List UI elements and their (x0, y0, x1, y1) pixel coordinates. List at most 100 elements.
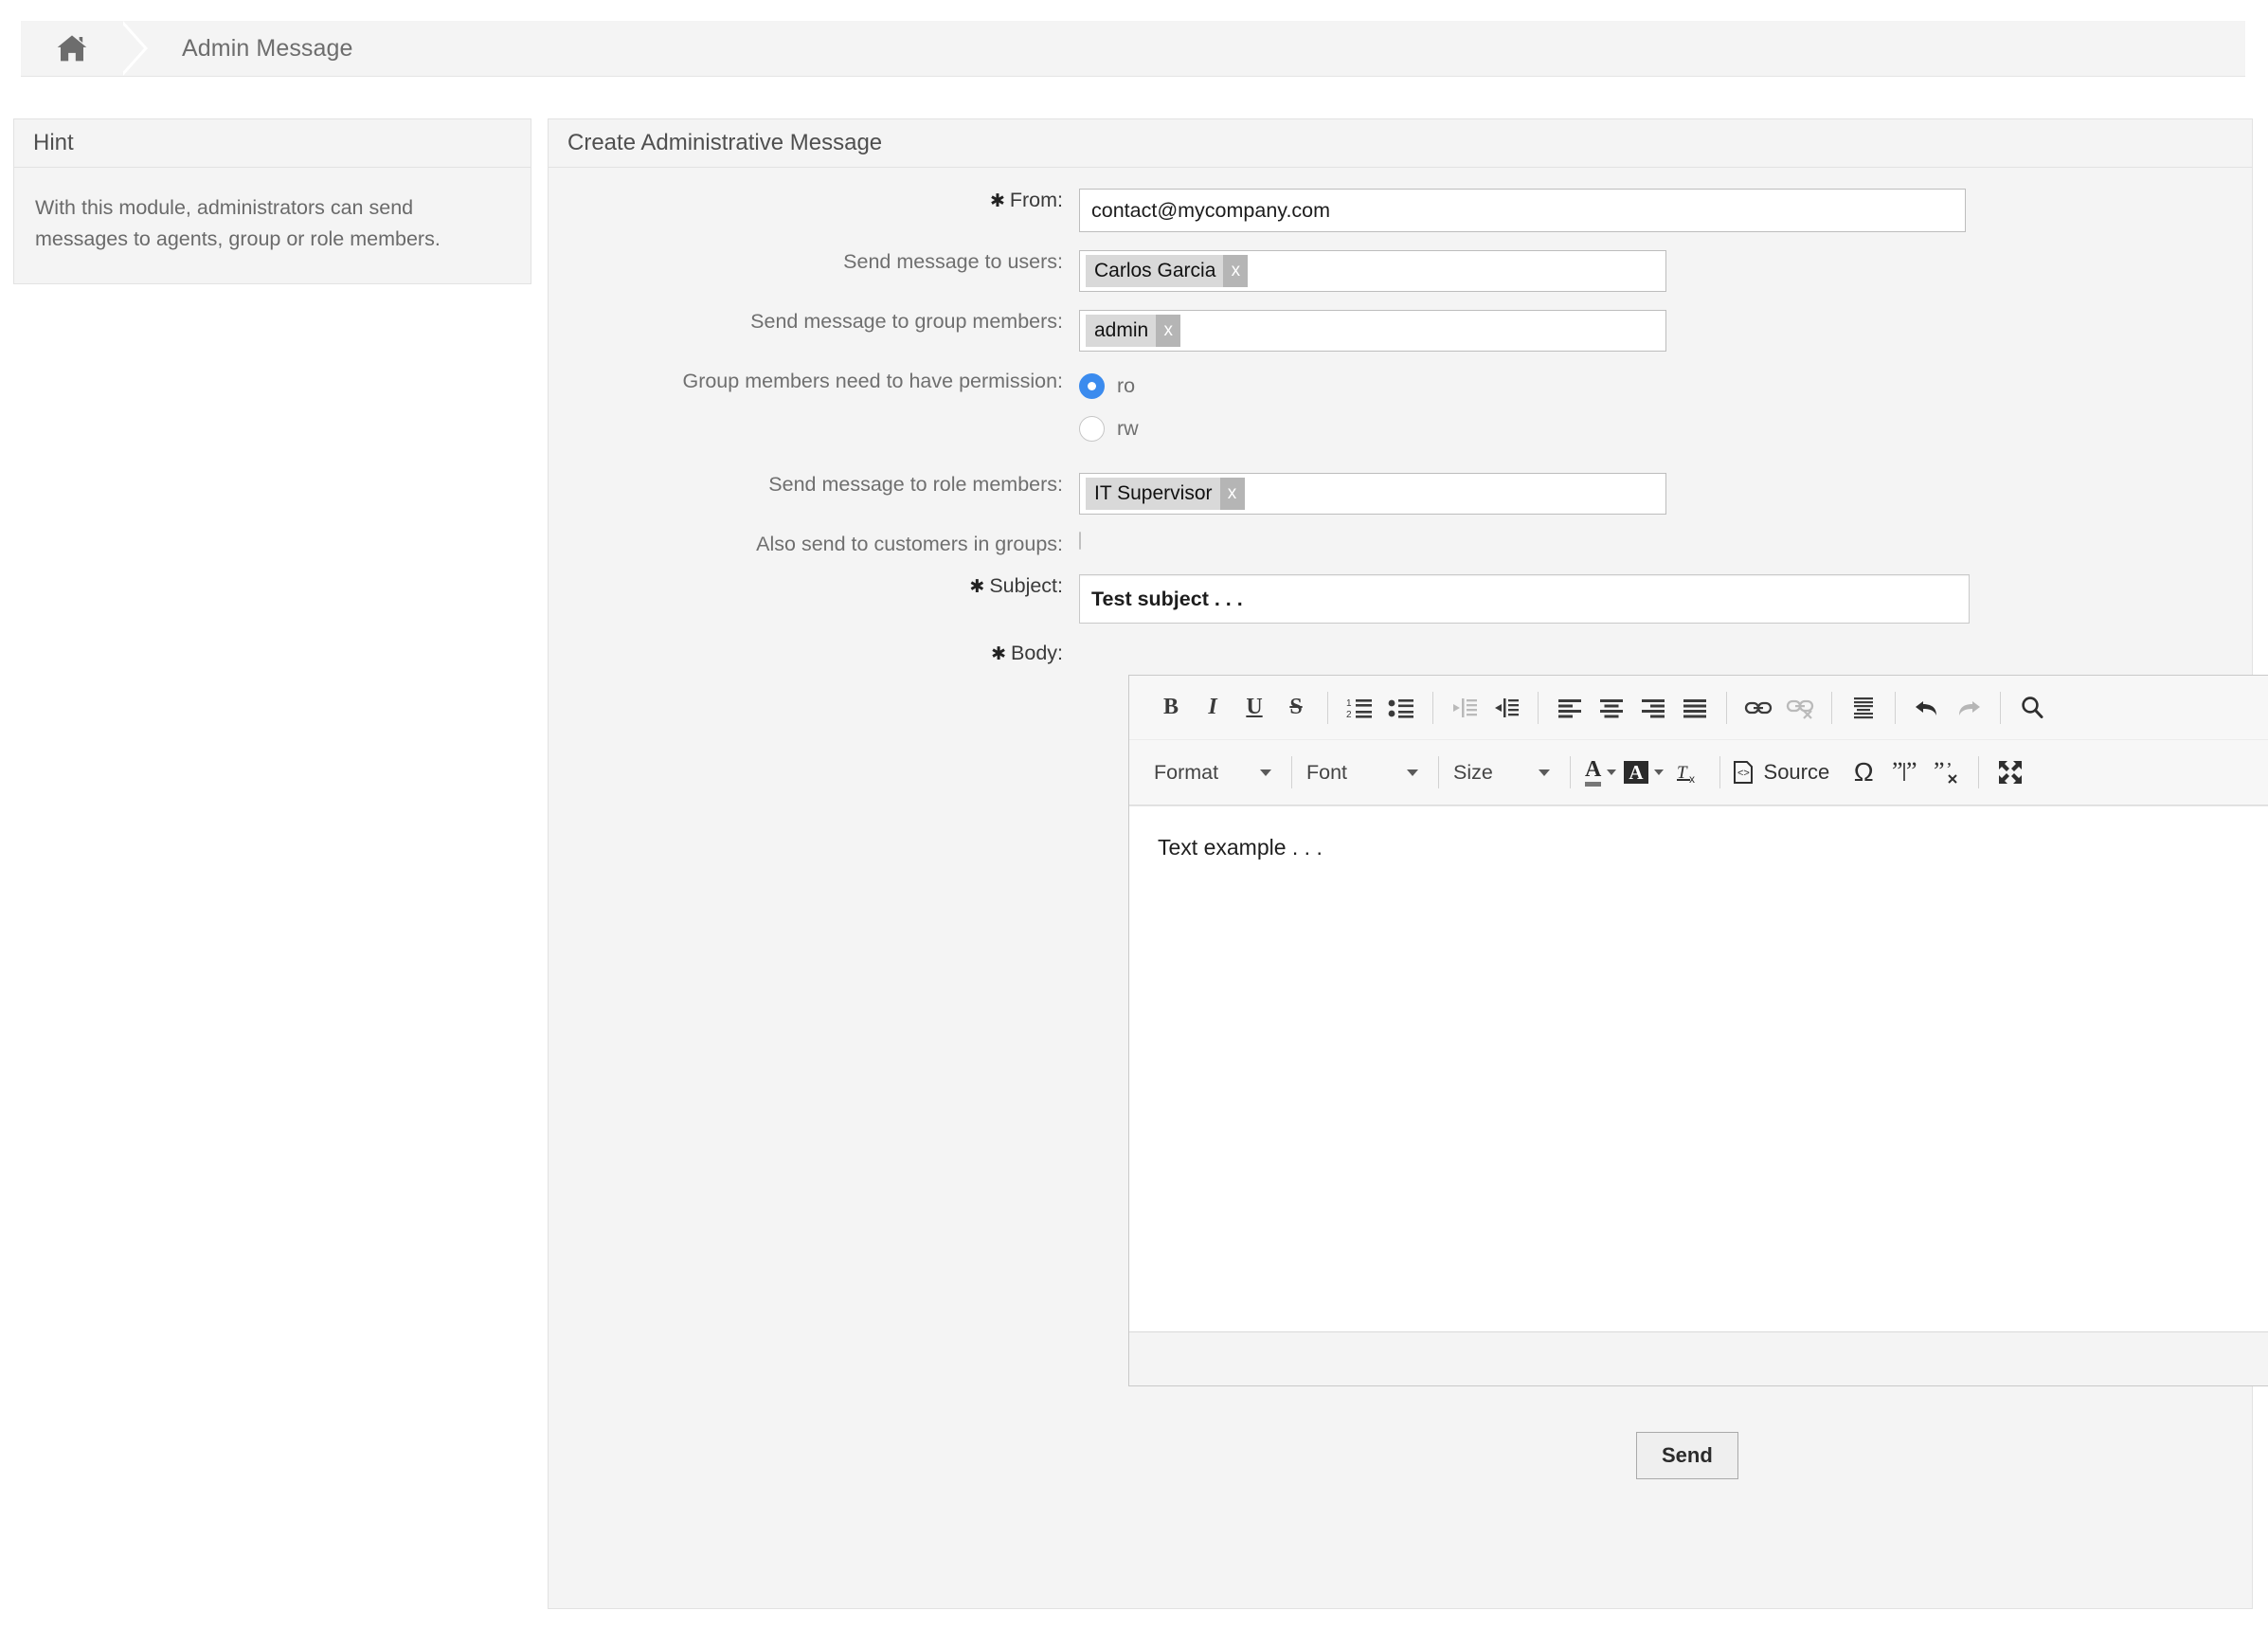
breadcrumb-separator-inner (119, 21, 144, 76)
editor-toolbar-row-1: B I U S 1 2 (1129, 676, 2268, 739)
special-character-icon[interactable]: Ω (1843, 751, 1884, 793)
form-row-permission: Group members need to have permission: r… (549, 370, 2252, 455)
numbered-list-icon[interactable]: 1 2 (1339, 687, 1380, 729)
group-members-token-input[interactable]: admin x (1079, 310, 1666, 352)
format-dropdown[interactable]: Format (1150, 751, 1281, 793)
subject-input[interactable] (1079, 574, 1970, 624)
underline-glyph: U (1246, 695, 1263, 719)
font-dropdown[interactable]: Font (1303, 751, 1428, 793)
align-center-icon[interactable] (1591, 687, 1632, 729)
form-actions: Send (549, 1432, 2252, 1479)
breadcrumb-home-button[interactable] (21, 21, 148, 76)
form-row-group-members: Send message to group members: admin x (549, 310, 2252, 352)
hint-panel-header: Hint (14, 119, 531, 168)
bulleted-list-icon[interactable] (1380, 687, 1422, 729)
source-button[interactable]: <> Source (1731, 751, 1830, 793)
radio-rw-input[interactable] (1079, 415, 1105, 442)
token-remove-icon[interactable]: x (1223, 255, 1249, 287)
italic-icon[interactable]: I (1192, 687, 1233, 729)
radio-ro-input[interactable] (1079, 372, 1105, 399)
rich-text-editor: B I U S 1 2 Format Font Size A A T x <> … (1128, 675, 2268, 1386)
font-dropdown-label: Font (1306, 760, 1348, 784)
svg-text:x: x (1689, 772, 1695, 785)
size-dropdown[interactable]: Size (1449, 751, 1559, 793)
users-token-input[interactable]: Carlos Garcia x (1079, 250, 1666, 292)
toolbar-divider (1831, 691, 1832, 724)
from-label: ✱ From: (989, 189, 1063, 211)
toolbar-divider (1291, 756, 1292, 788)
role-members-label: Send message to role members: (768, 473, 1063, 496)
format-dropdown-label: Format (1154, 760, 1219, 784)
toolbar-divider (1726, 691, 1727, 724)
radio-option-ro[interactable]: ro (1079, 370, 2252, 402)
radio-ro-label: ro (1117, 373, 1136, 397)
editor-content-area[interactable]: Text example . . . (1129, 805, 2268, 1331)
permission-radio-group: ro rw (1079, 370, 2252, 455)
required-marker: ✱ (991, 644, 1007, 664)
remove-blockquote-icon[interactable]: ” ’ (1926, 751, 1968, 793)
hint-panel-text: With this module, administrators can sen… (35, 196, 441, 250)
form-row-subject: ✱ Subject: (549, 574, 2252, 624)
toolbar-divider (1538, 691, 1539, 724)
remove-format-icon[interactable]: T x (1667, 751, 1709, 793)
token-label: IT Supervisor (1094, 482, 1213, 504)
token-remove-icon[interactable]: x (1156, 315, 1181, 347)
breadcrumb-current-page[interactable]: Admin Message (182, 35, 353, 63)
blockquote-lines-icon[interactable] (1843, 687, 1884, 729)
radio-rw-label: rw (1117, 416, 1139, 440)
customers-checkbox[interactable] (1079, 532, 1081, 550)
align-left-icon[interactable] (1549, 687, 1591, 729)
toolbar-divider (1978, 756, 1980, 788)
indent-icon[interactable] (1485, 687, 1527, 729)
editor-toolbar-row-2: Format Font Size A A T x <> Source Ω ” ”… (1129, 739, 2268, 805)
link-icon[interactable] (1737, 687, 1779, 729)
source-label: Source (1763, 760, 1830, 784)
outdent-icon[interactable] (1444, 687, 1485, 729)
group-members-label: Send message to group members: (750, 310, 1063, 333)
toolbar-divider (1719, 756, 1720, 788)
form-row-body-label: ✱ Body: (549, 642, 2252, 665)
chevron-down-icon (1607, 769, 1617, 775)
redo-icon[interactable] (1948, 687, 1989, 729)
form-row-from: ✱ From: (549, 189, 2252, 232)
toolbar-divider (1432, 691, 1433, 724)
token-remove-icon[interactable]: x (1219, 478, 1245, 510)
customers-label: Also send to customers in groups: (756, 533, 1063, 555)
send-button[interactable]: Send (1636, 1432, 1738, 1479)
background-color-icon[interactable]: A (1620, 751, 1666, 793)
toolbar-divider (1895, 691, 1896, 724)
maximize-icon[interactable] (1989, 751, 2031, 793)
chevron-down-icon (1260, 769, 1271, 776)
role-members-token-input[interactable]: IT Supervisor x (1079, 473, 1666, 515)
align-justify-icon[interactable] (1674, 687, 1716, 729)
from-input[interactable] (1079, 189, 1966, 232)
unlink-icon[interactable] (1779, 687, 1821, 729)
omega-glyph: Ω (1853, 757, 1874, 787)
svg-text:1: 1 (1346, 698, 1352, 709)
toolbar-divider (1570, 756, 1571, 788)
align-right-icon[interactable] (1632, 687, 1674, 729)
svg-text:”: ” (1906, 760, 1917, 785)
svg-text:2: 2 (1346, 710, 1352, 719)
chevron-down-icon (1539, 769, 1550, 776)
size-dropdown-label: Size (1453, 760, 1493, 784)
toolbar-divider (1327, 691, 1328, 724)
panel-title: Create Administrative Message (549, 119, 2252, 168)
text-color-icon[interactable]: A (1581, 751, 1620, 793)
required-marker: ✱ (969, 577, 985, 597)
background-color-glyph: A (1624, 761, 1648, 784)
underline-icon[interactable]: U (1233, 687, 1275, 729)
bold-icon[interactable]: B (1150, 687, 1192, 729)
toolbar-divider (2000, 691, 2001, 724)
admin-message-form: ✱From: Send message to users: Carlos Gar… (549, 168, 2268, 1479)
undo-icon[interactable] (1906, 687, 1948, 729)
strikethrough-glyph: S (1289, 695, 1303, 719)
source-code-icon: <> (1733, 761, 1753, 784)
search-icon[interactable] (2011, 687, 2053, 729)
radio-option-rw[interactable]: rw (1079, 412, 2252, 444)
strikethrough-icon[interactable]: S (1275, 687, 1317, 729)
toolbar-divider (1438, 756, 1439, 788)
blockquote-icon[interactable]: ” ” (1884, 751, 1926, 793)
form-row-users: Send message to users: Carlos Garcia x (549, 250, 2252, 292)
svg-text:”: ” (1892, 760, 1903, 785)
